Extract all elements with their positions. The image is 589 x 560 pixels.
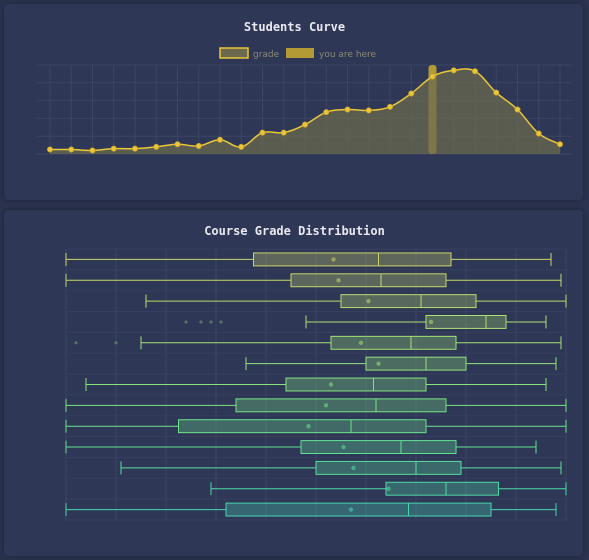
grade-point — [153, 143, 160, 150]
chart-legend[interactable]: grade you are here — [219, 47, 377, 60]
grade-point — [344, 106, 351, 113]
grade-point — [557, 141, 564, 148]
grade-distribution-panel — [4, 210, 583, 556]
grade-point — [195, 142, 202, 149]
grade-point — [471, 68, 478, 75]
grade-point — [493, 89, 500, 96]
legend-you-swatch — [286, 48, 314, 58]
grade-point — [238, 143, 245, 150]
grade-point — [216, 136, 223, 143]
students-curve-chart: grade you are here — [37, 47, 572, 155]
legend-grade-swatch — [219, 47, 249, 59]
grade-point — [450, 67, 457, 74]
grade-point — [514, 106, 521, 113]
grade-point — [408, 90, 415, 97]
grade-point — [365, 107, 372, 114]
legend-grade-label: grade — [253, 50, 280, 60]
grade-point — [259, 129, 266, 136]
grade-point — [386, 103, 393, 110]
grade-point — [47, 146, 54, 153]
grade-point — [280, 129, 287, 136]
grade-point — [323, 109, 330, 116]
grade-distribution-title: Course Grade Distribution — [204, 224, 385, 238]
grade-point — [68, 146, 75, 153]
grade-point — [535, 130, 542, 137]
grade-point — [301, 121, 308, 128]
grade-point — [174, 141, 181, 148]
grade-point — [131, 145, 138, 152]
grade-point — [110, 145, 117, 152]
grade-point — [429, 73, 436, 80]
grade-point — [89, 147, 96, 154]
legend-you-label: you are here — [319, 50, 377, 60]
